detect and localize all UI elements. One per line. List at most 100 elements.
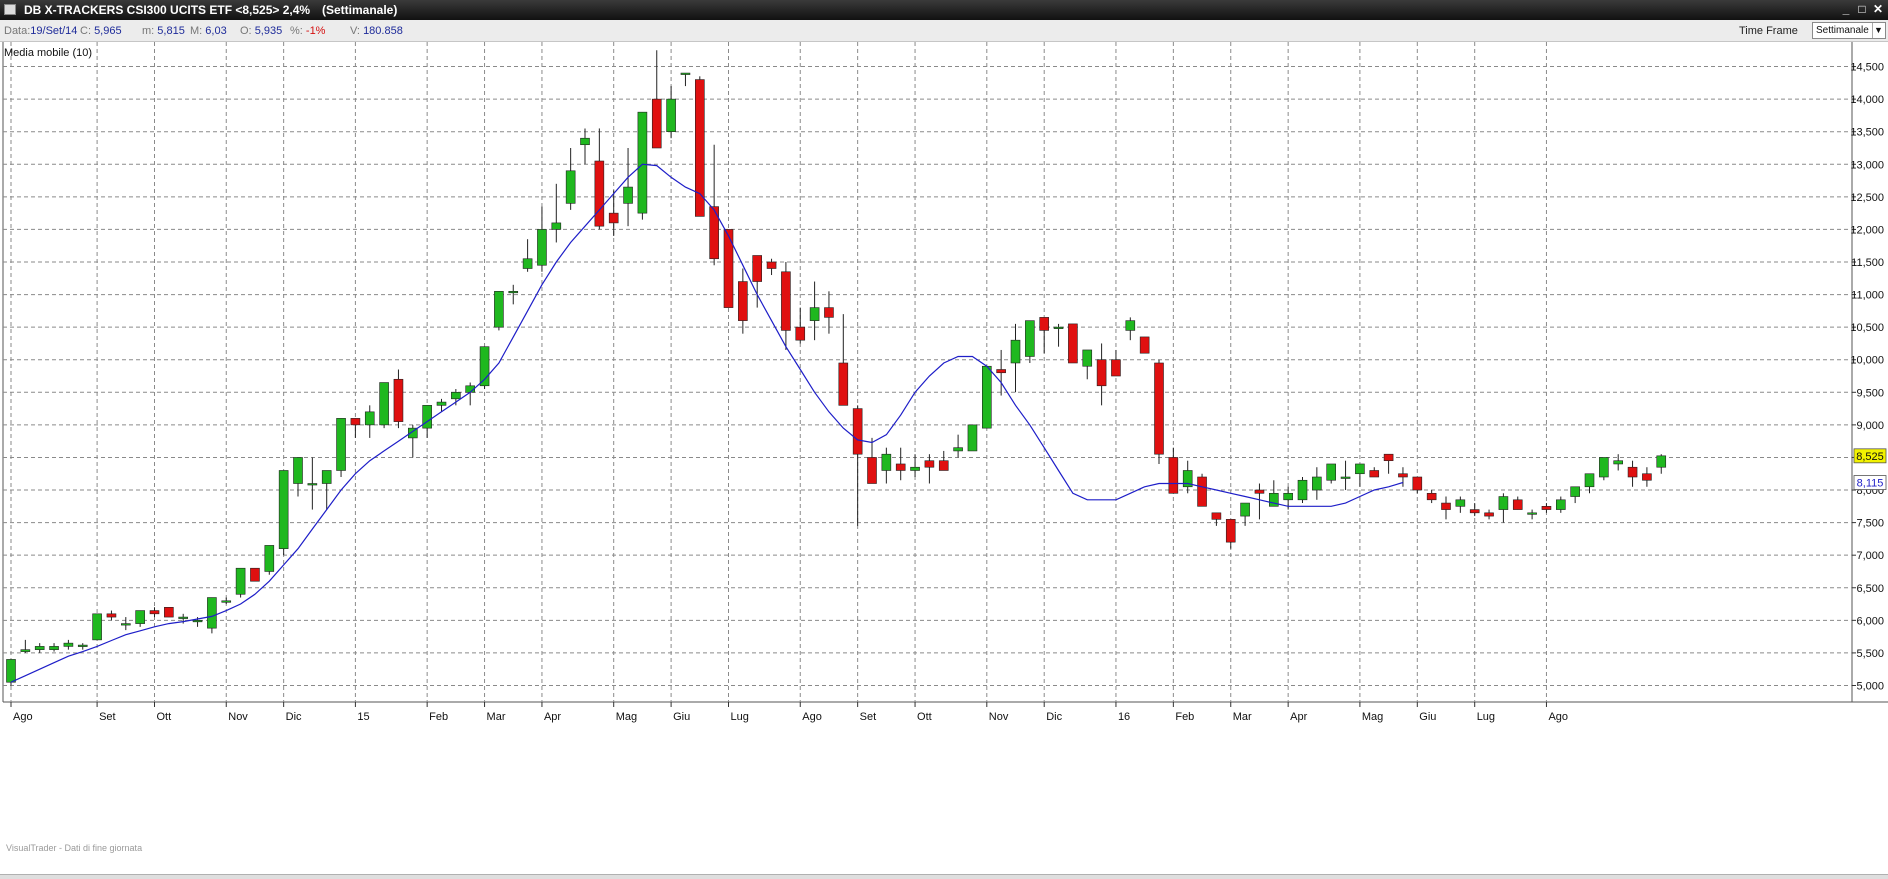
info-low: m: 5,815 (142, 25, 185, 37)
y-tick-label: 7,000 (1856, 550, 1884, 562)
x-tick-label: Lug (1477, 711, 1495, 723)
candle-body (1498, 496, 1509, 510)
candle-body (1283, 492, 1293, 501)
x-tick-label: Ago (1548, 711, 1568, 723)
candle-body (1326, 463, 1336, 481)
candle-body (795, 326, 806, 341)
candle-body (1412, 476, 1423, 491)
minimize-icon[interactable]: _ (1838, 1, 1854, 18)
candle-body (508, 291, 519, 294)
candle-body (1053, 326, 1064, 329)
candle-body (738, 281, 748, 321)
y-tick-label: 9,500 (1856, 387, 1884, 399)
candle-body (981, 365, 992, 429)
app-icon[interactable] (4, 4, 16, 15)
candle-body (1211, 512, 1222, 520)
candlestick-chart[interactable]: 5,0005,5006,0006,5007,0007,5008,0008,500… (0, 42, 1888, 879)
title-bar: DB X-TRACKERS CSI300 UCITS ETF <8,525> 2… (0, 0, 1888, 20)
candle-body (1197, 476, 1207, 507)
y-tick-label: 5,000 (1856, 680, 1884, 692)
candle-body (350, 418, 361, 426)
candle-body (336, 418, 346, 471)
candle-body (996, 369, 1006, 374)
maximize-icon[interactable]: □ (1854, 1, 1870, 18)
candle-body (1541, 506, 1552, 510)
candle-body (651, 98, 662, 149)
candle-body (1656, 455, 1667, 468)
info-close: C: 5,965 (80, 25, 122, 37)
candle-body (680, 72, 691, 75)
candle-body (924, 460, 935, 468)
candle-body (92, 613, 102, 641)
candle-body (1025, 320, 1035, 357)
info-date: Data:19/Set/14 (4, 25, 78, 37)
candle-body (77, 644, 88, 647)
candle-body (594, 160, 605, 227)
candle-body (1627, 466, 1638, 478)
x-tick-label: Mag (616, 711, 637, 723)
candle-body (1154, 362, 1164, 455)
candle-body (436, 401, 447, 406)
timeframe-select[interactable]: Settimanale ▼ (1812, 22, 1886, 39)
candle-body (364, 411, 375, 426)
chevron-down-icon[interactable]: ▼ (1872, 23, 1884, 38)
candle-body (967, 424, 978, 452)
candle-body (106, 613, 117, 618)
candle-body (1355, 463, 1365, 475)
candle-body (1010, 339, 1021, 364)
x-tick-label: 15 (357, 711, 369, 723)
candle-body (494, 291, 504, 328)
candle-body (192, 620, 203, 623)
last-price-label: 8,525 (1856, 451, 1884, 463)
y-tick-label: 13,500 (1850, 127, 1884, 139)
candle-body (235, 567, 246, 595)
candle-body (321, 470, 332, 484)
x-tick-label: Ott (157, 711, 172, 723)
candle-body (838, 362, 849, 406)
candle-body (1455, 499, 1466, 507)
candle-body (49, 646, 59, 650)
candle-body (867, 457, 877, 484)
candle-body (1441, 502, 1451, 510)
bottom-scrollbar[interactable] (0, 874, 1888, 879)
candle-body (393, 378, 404, 422)
x-tick-label: Nov (989, 711, 1009, 723)
moving-average-line (10, 163, 1404, 683)
candle-body (20, 649, 31, 652)
candle-body (1642, 473, 1652, 481)
x-tick-label: Mar (487, 711, 506, 723)
candle-body (1599, 457, 1609, 478)
candle-body (537, 229, 547, 266)
x-tick-label: Set (99, 711, 116, 723)
candle-body (895, 463, 906, 471)
candle-body (881, 453, 892, 471)
candle-body (422, 405, 432, 429)
x-tick-label: Ott (917, 711, 932, 723)
window-controls: _ □ ✕ (1838, 1, 1886, 18)
candle-body (307, 483, 318, 486)
close-icon[interactable]: ✕ (1870, 1, 1886, 18)
x-tick-label: Mar (1233, 711, 1252, 723)
candle-body (1398, 473, 1408, 478)
candle-body (264, 545, 275, 572)
candle-body (278, 470, 289, 549)
x-tick-label: Apr (1290, 711, 1307, 723)
candle-body (1039, 317, 1049, 331)
info-high: M: 6,03 (190, 25, 227, 37)
y-tick-label: 7,500 (1856, 518, 1884, 530)
y-tick-label: 5,500 (1856, 648, 1884, 660)
x-tick-label: Feb (429, 711, 448, 723)
candle-body (623, 186, 633, 204)
y-tick-label: 11,000 (1851, 290, 1884, 302)
chart-area[interactable]: 5,0005,5006,0006,5007,0007,5008,0008,500… (0, 42, 1888, 879)
candle-body (1570, 486, 1580, 497)
candle-body (1139, 336, 1150, 354)
info-volume: V: 180.858 (350, 25, 403, 37)
candle-body (63, 642, 74, 647)
info-bar: Data:19/Set/14 C: 5,965 m: 5,815 M: 6,03… (0, 20, 1888, 42)
candle-body (1068, 323, 1078, 364)
x-tick-label: Nov (228, 711, 248, 723)
candle-body (1111, 359, 1121, 377)
candle-body (666, 98, 676, 132)
candle-body (709, 206, 719, 260)
